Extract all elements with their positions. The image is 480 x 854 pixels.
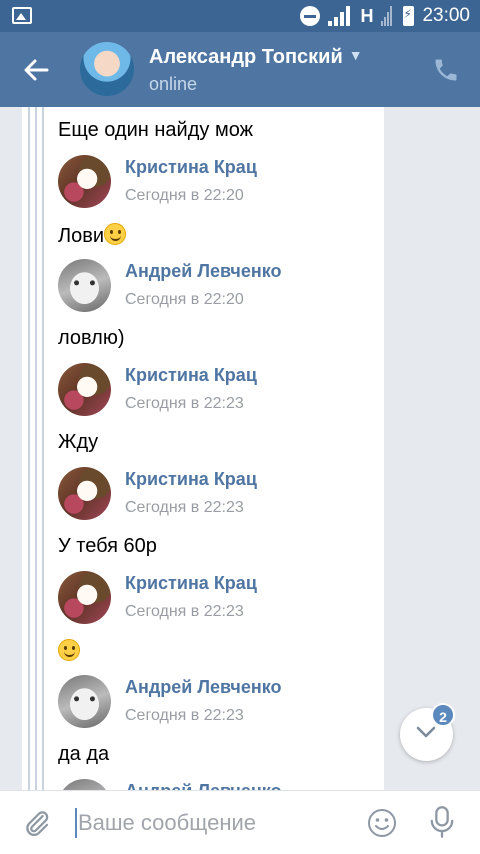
arrow-left-icon <box>24 59 49 81</box>
emoji-button[interactable] <box>367 808 397 838</box>
chevron-down-icon <box>416 726 436 738</box>
message-header: Андрей Левченко Сегодня в 22:20 <box>58 259 378 313</box>
sender-avatar[interactable] <box>58 155 111 208</box>
composer <box>0 790 480 854</box>
voice-message-button[interactable] <box>428 805 456 839</box>
sender-avatar[interactable] <box>58 259 111 312</box>
message-time: Сегодня в 22:20 <box>125 187 244 204</box>
message-time: Сегодня в 22:23 <box>125 499 244 516</box>
forward-indent-lines <box>28 107 48 790</box>
unread-badge: 2 <box>431 703 455 727</box>
message-text-content: У тебя 60р <box>58 535 157 557</box>
sender-avatar[interactable] <box>58 675 111 728</box>
message-text: да да <box>58 743 109 766</box>
clock: 23:00 <box>422 5 470 26</box>
network-type: H <box>360 5 374 26</box>
sender-name[interactable]: Кристина Крац <box>125 469 257 490</box>
message-time: Сегодня в 22:20 <box>125 291 244 308</box>
message-text: Еще один найду мож <box>58 119 253 142</box>
sender-name[interactable]: Андрей Левченко <box>125 677 282 698</box>
smile-emoji-icon <box>104 223 127 245</box>
message-text: Жду <box>58 431 98 454</box>
message-time: Сегодня в 22:23 <box>125 395 244 412</box>
call-button[interactable] <box>432 56 460 84</box>
message-time: Сегодня в 22:23 <box>125 707 244 724</box>
text-cursor <box>75 808 77 838</box>
contact-status: online <box>149 74 198 94</box>
sender-avatar[interactable] <box>58 363 111 416</box>
sender-avatar[interactable] <box>58 467 111 520</box>
message-text: ловлю) <box>58 327 125 350</box>
message-text-content: Лови <box>58 225 105 247</box>
message-header: Кристина Крац Сегодня в 22:20 <box>58 155 378 209</box>
sender-name[interactable]: Кристина Крац <box>125 365 257 386</box>
image-notification-icon <box>12 7 32 24</box>
sender-name[interactable]: Андрей Левченко <box>125 261 282 282</box>
message-text: У тебя 60р <box>58 535 157 558</box>
message-text-content: Жду <box>58 431 99 453</box>
sender-avatar[interactable] <box>58 571 111 624</box>
message-header: Кристина Крац Сегодня в 22:23 <box>58 467 378 521</box>
chat-header: Александр Топский ▼ online <box>0 32 480 107</box>
attach-button[interactable] <box>22 807 52 839</box>
status-bar: H 23:00 <box>0 0 480 32</box>
smile-emoji-icon <box>58 639 80 661</box>
smiley-icon <box>368 809 396 837</box>
message-header: Андрей Левченко Сегодня в 22:23 <box>58 675 378 729</box>
status-icons: H 23:00 <box>300 0 470 32</box>
contact-name-button[interactable]: Александр Топский ▼ <box>149 46 363 69</box>
message-text <box>58 639 80 664</box>
sender-name[interactable]: Андрей Левченко <box>125 781 282 790</box>
battery-charging-icon <box>403 6 415 26</box>
contact-name: Александр Топский <box>149 46 343 68</box>
message-text-content: Еще один найду мож <box>58 119 253 141</box>
sender-avatar[interactable] <box>58 779 111 790</box>
sender-name[interactable]: Кристина Крац <box>125 157 257 178</box>
message-text-content: да да <box>58 743 110 765</box>
message-text-content: ловлю) <box>58 327 125 349</box>
message-header: Кристина Крац Сегодня в 22:23 <box>58 363 378 417</box>
signal-icon <box>328 6 352 26</box>
microphone-icon <box>430 806 454 838</box>
message-text: Лови <box>58 223 127 248</box>
contact-avatar[interactable] <box>80 42 134 96</box>
chevron-down-icon: ▼ <box>348 47 363 63</box>
message-header: Андрей Левченко <box>58 779 378 790</box>
message-header: Кристина Крац Сегодня в 22:23 <box>58 571 378 625</box>
phone-icon <box>435 59 457 81</box>
sender-name[interactable]: Кристина Крац <box>125 573 257 594</box>
back-button[interactable] <box>22 56 52 84</box>
secondary-signal-icon <box>381 6 395 26</box>
message-feed[interactable]: Еще один найду мож Кристина Крац Сегодня в… <box>0 107 480 790</box>
paperclip-icon <box>26 811 49 836</box>
do-not-disturb-icon <box>300 6 321 26</box>
message-input[interactable] <box>78 805 358 841</box>
message-time: Сегодня в 22:23 <box>125 603 244 620</box>
